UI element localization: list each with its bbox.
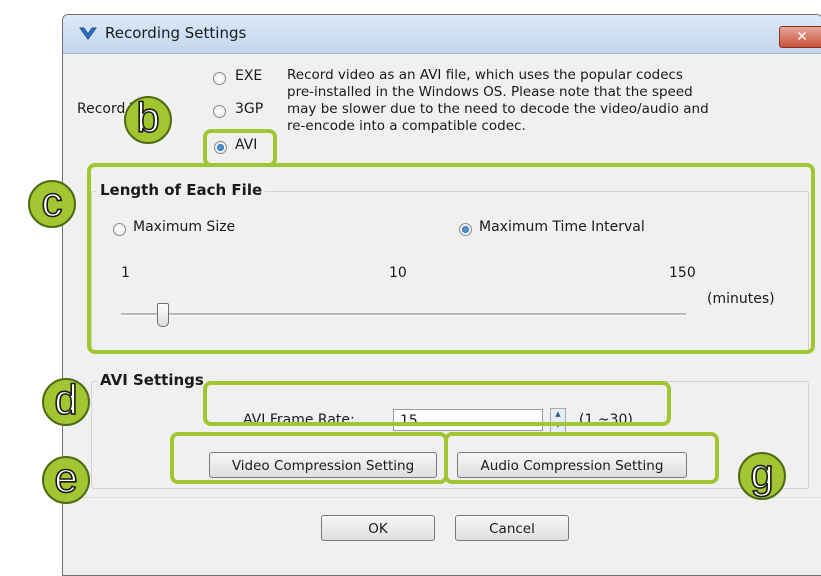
annotation-badge-d: d — [42, 378, 90, 426]
annotation-badge-c: c — [28, 180, 76, 228]
radio-exe[interactable] — [213, 72, 226, 85]
description-line: pre-installed in the Windows OS. Please … — [287, 84, 693, 100]
annotation-highlight-c — [87, 163, 815, 354]
annotation-badge-b: b — [124, 96, 172, 144]
annotation-highlight-d — [203, 381, 671, 426]
app-shield-icon — [79, 27, 97, 40]
description-line: Record video as an AVI file, which uses … — [287, 67, 683, 83]
annotation-highlight-e — [170, 432, 448, 484]
radio-3gp-label[interactable]: 3GP — [235, 101, 263, 117]
radio-3gp[interactable] — [213, 105, 226, 118]
annotation-badge-g: g — [738, 452, 786, 500]
close-button[interactable]: ✕ — [779, 26, 821, 48]
cancel-button[interactable]: Cancel — [455, 515, 569, 541]
annotation-highlight-g — [444, 432, 719, 484]
annotation-highlight-b — [203, 129, 277, 167]
description-line: may be slower due to the need to decode … — [287, 101, 709, 117]
window-title: Recording Settings — [105, 24, 247, 42]
footer-divider — [63, 497, 821, 498]
radio-exe-label[interactable]: EXE — [235, 68, 262, 84]
avi-settings-title: AVI Settings — [97, 371, 207, 389]
title-bar: Recording Settings ✕ — [63, 15, 821, 54]
description-line: re-encode into a compatible codec. — [287, 118, 526, 134]
annotation-badge-e: e — [42, 456, 90, 504]
record-type-description: Record video as an AVI file, which uses … — [287, 67, 777, 135]
ok-button[interactable]: OK — [321, 515, 435, 541]
close-icon: ✕ — [796, 29, 808, 45]
